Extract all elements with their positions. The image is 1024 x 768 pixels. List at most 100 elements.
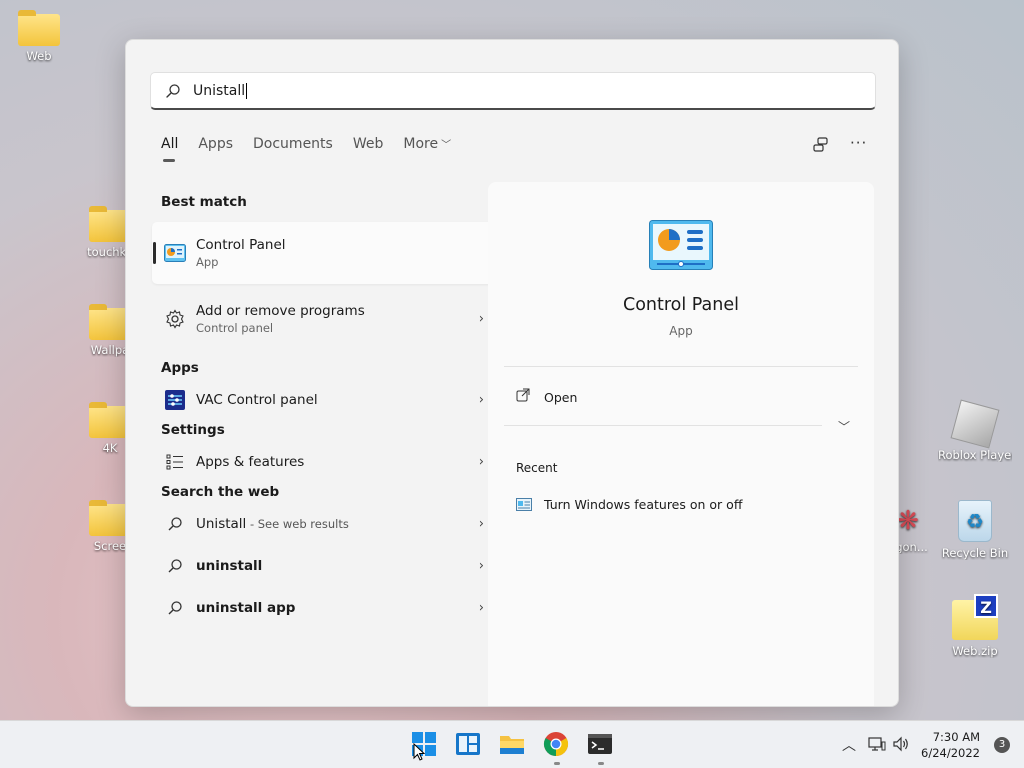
gear-icon: [164, 308, 186, 330]
file-explorer-icon: [500, 736, 524, 754]
result-web-unistall[interactable]: Unistall - See web results ›: [152, 504, 504, 544]
tab-all[interactable]: All: [161, 136, 178, 162]
search-panel: Unistall All Apps Documents Web More ﹀ ··…: [125, 39, 899, 707]
result-control-panel[interactable]: Control Panel App: [152, 222, 504, 284]
tab-documents[interactable]: Documents: [253, 136, 333, 160]
open-action[interactable]: Open: [516, 388, 577, 406]
account-switch-icon: [813, 137, 828, 152]
zip-archive-icon: Z: [952, 594, 998, 640]
more-options-button[interactable]: ···: [850, 134, 867, 152]
taskbar: ︿ 7:30 AM 6/24/2022 3: [0, 720, 1024, 768]
desktop-icon-recycle-bin[interactable]: ♻ Recycle Bin: [938, 500, 1012, 560]
search-icon: [166, 83, 180, 98]
section-best-match: Best match: [161, 194, 247, 210]
result-title: uninstall: [196, 558, 263, 574]
desktop-icon-label: Roblox Player: [938, 448, 1012, 462]
result-vac-control-panel[interactable]: VAC Control panel ›: [152, 380, 504, 420]
result-title: Unistall: [196, 516, 247, 532]
widgets-button[interactable]: [455, 731, 483, 759]
result-title: Control Panel: [196, 237, 286, 253]
tab-web[interactable]: Web: [353, 136, 384, 160]
result-subtitle: App: [196, 255, 219, 269]
vac-app-icon: [164, 389, 186, 411]
recent-item-label: Turn Windows features on or off: [544, 497, 743, 512]
mouse-cursor-icon: [413, 743, 425, 761]
file-explorer-button[interactable]: [499, 731, 527, 759]
share-results-button[interactable]: [812, 136, 830, 158]
divider: [504, 366, 858, 367]
open-label: Open: [544, 389, 578, 405]
desktop-icon-label: Recycle Bin: [941, 546, 1009, 560]
volume-button[interactable]: [892, 736, 910, 756]
recycle-bin-icon: ♻: [958, 500, 992, 542]
section-search-web: Search the web: [161, 484, 280, 500]
result-apps-features[interactable]: Apps & features ›: [152, 442, 504, 482]
network-icon: [868, 737, 886, 751]
result-add-remove-programs[interactable]: Add or remove programs Control panel ›: [152, 290, 504, 348]
terminal-icon: [588, 734, 612, 754]
result-web-uninstall-app[interactable]: uninstall app ›: [152, 588, 504, 628]
roblox-icon: [950, 399, 1000, 449]
result-title: VAC Control panel: [196, 392, 318, 408]
search-icon: [164, 597, 186, 619]
text-caret: [246, 82, 248, 99]
windows-features-icon: [516, 498, 532, 511]
desktop-icon-roblox-player[interactable]: Roblox Player: [938, 399, 1012, 462]
search-input[interactable]: Unistall: [193, 83, 245, 99]
widgets-icon: [456, 733, 480, 755]
expand-actions-button[interactable]: ﹀: [838, 418, 850, 435]
result-title: uninstall app: [196, 600, 296, 616]
notification-badge[interactable]: 3: [994, 737, 1010, 753]
chevron-right-icon[interactable]: ›: [479, 601, 484, 616]
result-web-uninstall[interactable]: uninstall ›: [152, 546, 504, 586]
desktop-icon-label: Web: [26, 49, 52, 63]
tab-more[interactable]: More ﹀: [403, 136, 451, 160]
chevron-right-icon[interactable]: ›: [479, 455, 484, 470]
chevron-up-icon: ︿: [842, 738, 856, 754]
ellipsis-icon: ···: [850, 134, 868, 152]
search-icon: [164, 513, 186, 535]
result-title: Add or remove programs: [196, 303, 365, 319]
result-title: Apps & features: [196, 454, 305, 470]
chevron-down-icon: ﹀: [837, 420, 850, 434]
network-button[interactable]: [868, 736, 886, 756]
clock-date: 6/24/2022: [921, 746, 980, 760]
recent-title: Recent: [516, 461, 558, 475]
open-external-icon: [516, 388, 530, 406]
folder-icon: [18, 10, 60, 46]
chevron-right-icon[interactable]: ›: [479, 559, 484, 574]
detail-subtitle: App: [669, 324, 693, 338]
running-indicator: [554, 762, 560, 765]
detail-title: Control Panel: [622, 295, 740, 315]
chevron-right-icon[interactable]: ›: [479, 393, 484, 408]
section-settings: Settings: [161, 422, 225, 438]
clock[interactable]: 7:30 AM 6/24/2022: [921, 729, 980, 761]
terminal-button[interactable]: [587, 731, 615, 765]
result-subtitle: Control panel: [196, 321, 274, 335]
web-results-hint: - See web results: [246, 517, 349, 531]
chrome-button[interactable]: [543, 731, 571, 765]
filter-tabs: All Apps Documents Web More ﹀: [161, 136, 471, 162]
running-indicator: [598, 762, 604, 765]
clock-time: 7:30 AM: [932, 730, 980, 744]
tab-apps[interactable]: Apps: [198, 136, 233, 160]
control-panel-large-icon: [649, 220, 713, 270]
results-list: Best match Control Panel App Add or remo…: [152, 182, 504, 628]
chrome-icon: [543, 732, 569, 756]
speaker-icon: [893, 736, 908, 752]
search-box[interactable]: Unistall: [150, 72, 876, 110]
section-apps: Apps: [161, 360, 199, 376]
show-hidden-icons-button[interactable]: ︿: [842, 735, 856, 755]
desktop-icon-label: Web.zip: [952, 644, 998, 658]
search-icon: [164, 555, 186, 577]
chevron-down-icon: ﹀: [441, 140, 452, 151]
chevron-right-icon[interactable]: ›: [479, 517, 484, 532]
list-settings-icon: [164, 451, 186, 473]
desktop-icon-web-folder[interactable]: Web: [2, 10, 76, 63]
recent-item[interactable]: Turn Windows features on or off: [516, 497, 742, 512]
desktop-icon-web-zip[interactable]: Z Web.zip: [938, 594, 1012, 658]
tab-more-label: More: [403, 136, 439, 152]
detail-pane: Control Panel App Open ﹀ Recent Turn Win…: [488, 182, 874, 706]
chevron-right-icon[interactable]: ›: [479, 312, 484, 327]
control-panel-icon: [164, 242, 186, 264]
